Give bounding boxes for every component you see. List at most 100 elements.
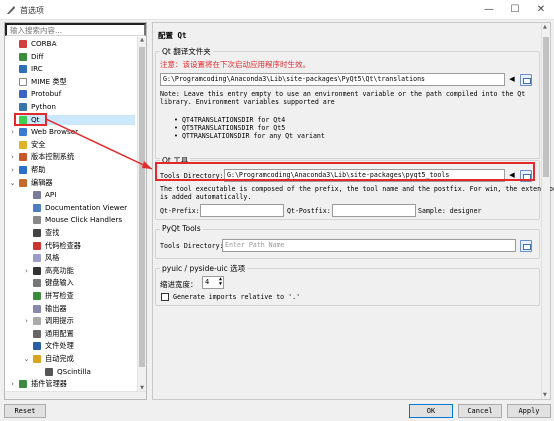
spin-arrows-icon[interactable]: ▲ ▼	[219, 277, 222, 287]
expand-arrow-icon[interactable]: ›	[8, 152, 17, 162]
minimize-button[interactable]: —	[478, 3, 500, 17]
tree-item-label: 通用配置	[45, 328, 74, 338]
tree-item[interactable]: 文件处理	[33, 341, 135, 351]
tree-item[interactable]: Diff	[19, 52, 135, 62]
qt-tools-desc-line1: The tool executable is composed of the p…	[160, 185, 554, 193]
qt-tools-group: Qt 工具 Tools Directory: G:\Programcoding\…	[155, 155, 554, 220]
tree-item[interactable]: IRC	[19, 64, 135, 74]
relative-imports-label: Generate imports relative to '.'	[173, 293, 301, 301]
qt-tools-directory-input[interactable]: G:\Programcoding\Anaconda3\Lib\site-pack…	[224, 169, 505, 182]
sample-label: Sample: designer	[418, 207, 482, 215]
tree-item[interactable]: API	[33, 190, 135, 200]
translations-browse-button[interactable]	[520, 74, 532, 86]
title-bar: 首选项 — ☐ ✕	[0, 0, 554, 20]
help-icon	[19, 166, 27, 174]
scroll-down-icon[interactable]: ▼	[543, 392, 547, 398]
tree-item[interactable]: 键盘输入	[33, 278, 135, 288]
search-input[interactable]	[5, 23, 146, 36]
qt-tools-browse-button[interactable]	[520, 170, 532, 182]
pyqt-tools-group-title: PyQt Tools	[160, 224, 203, 233]
tree-item[interactable]: 风格	[33, 253, 135, 263]
tree-item-label: 插件管理器	[31, 379, 67, 389]
qt-tools-group-title: Qt 工具	[160, 155, 191, 166]
collapse-arrow-icon[interactable]: ⌄	[22, 354, 31, 364]
indent-width-spinbox[interactable]: 4 ▲ ▼	[202, 276, 224, 289]
tree-item-label: Protobuf	[31, 89, 62, 99]
window-title: 首选项	[20, 6, 44, 15]
tree-item[interactable]: 代码检查器	[33, 241, 135, 251]
translations-note-line1: Note: Leave this entry empty to use an e…	[160, 90, 526, 98]
pyqt-tools-group: PyQt Tools Tools Directory: Enter Path N…	[155, 224, 540, 259]
tree-item[interactable]: 通用配置	[33, 329, 135, 339]
expand-arrow-icon[interactable]: ›	[8, 379, 17, 389]
tree-item[interactable]: 查找	[33, 228, 135, 238]
translations-path-input[interactable]: G:\Programcoding\Anaconda3\Lib\site-pack…	[160, 73, 505, 86]
tree-item[interactable]: CORBA	[19, 39, 135, 49]
ok-button[interactable]: OK	[409, 404, 453, 418]
tree-item-label: API	[45, 190, 57, 200]
pyqt-tools-browse-button[interactable]	[520, 240, 532, 252]
qscintilla-icon	[45, 367, 53, 376]
scroll-thumb[interactable]	[543, 37, 549, 177]
tree-item[interactable]: 输出器	[33, 304, 135, 314]
tree-item[interactable]: Documentation Viewer	[33, 203, 135, 213]
tree-item-label: 查找	[45, 228, 60, 237]
bullet-item: • QTTRANSLATIONSDIR for any Qt variant	[174, 132, 325, 140]
general-config-icon	[33, 329, 41, 338]
relative-imports-checkbox[interactable]	[161, 293, 169, 301]
expand-arrow-icon[interactable]: ›	[8, 165, 17, 175]
expand-arrow-icon[interactable]: ›	[22, 266, 31, 276]
code-checker-icon	[33, 241, 41, 250]
scroll-thumb[interactable]	[139, 47, 145, 367]
cancel-button[interactable]: Cancel	[458, 404, 502, 418]
tree-item[interactable]: › 调用提示	[25, 316, 135, 326]
tree-item[interactable]: QScintilla	[45, 367, 135, 377]
expand-arrow-icon[interactable]: ›	[22, 316, 31, 326]
tree-vertical-scrollbar[interactable]: ▲ ▼	[137, 37, 146, 393]
tree-item-label: QScintilla	[57, 366, 91, 376]
clear-icon[interactable]: ◀︎	[508, 75, 516, 83]
qt-prefix-input[interactable]	[200, 204, 284, 217]
keyboard-icon	[33, 279, 41, 288]
indent-width-label: 缩进宽度：	[160, 280, 198, 289]
tree-item[interactable]: Protobuf	[19, 89, 135, 99]
tree-item-label: CORBA	[31, 39, 57, 48]
collapse-arrow-icon[interactable]: ⌄	[8, 178, 17, 188]
maximize-button[interactable]: ☐	[504, 3, 526, 17]
preferences-tree: CORBA Diff IRC MIME 类型 Protobuf Python Qt › Web …	[5, 37, 137, 393]
expand-arrow-icon[interactable]: ›	[8, 127, 17, 137]
tree-horizontal-scrollbar[interactable]	[5, 391, 146, 399]
qt-postfix-input[interactable]	[332, 204, 416, 217]
clear-icon[interactable]: ◀︎	[508, 171, 516, 179]
close-button[interactable]: ✕	[530, 3, 552, 17]
tree-item-label: 输出器	[45, 303, 67, 313]
spellcheck-icon	[33, 292, 41, 300]
tree-item[interactable]: Mouse Click Handlers	[33, 215, 135, 225]
pyuic-options-group: pyuic / pyside-uic 选项 缩进宽度： 4 ▲ ▼ Generat…	[155, 263, 540, 306]
mouse-icon	[33, 216, 41, 225]
translations-group-title: Qt 翻译文件夹	[160, 46, 213, 57]
settings-vertical-scrollbar[interactable]: ▲ ▼	[541, 23, 550, 399]
tree-item[interactable]: Python	[19, 102, 135, 112]
vcs-icon	[19, 153, 27, 162]
protobuf-icon	[19, 90, 27, 99]
reset-button[interactable]: Reset	[4, 404, 46, 418]
tree-item[interactable]: 拼写检查	[33, 291, 135, 301]
scroll-up-icon[interactable]: ▲	[543, 24, 547, 30]
notice-label: 注意：	[160, 60, 183, 69]
tree-item[interactable]: ⌄ 自动完成	[24, 354, 135, 364]
pyuic-group-title: pyuic / pyside-uic 选项	[160, 263, 248, 274]
editor-icon	[19, 178, 27, 187]
scroll-up-icon[interactable]: ▲	[138, 37, 146, 45]
tree-item[interactable]: › 高亮功能	[25, 266, 135, 276]
pyqt-tools-directory-input[interactable]: Enter Path Name	[222, 239, 516, 252]
apply-button[interactable]: Apply	[507, 404, 551, 418]
web-browser-icon	[19, 128, 27, 137]
tree-item[interactable]: MIME 类型	[19, 77, 135, 87]
tree-item[interactable]: › 插件管理器	[11, 379, 135, 389]
corba-icon	[19, 40, 27, 48]
tree-item-label: MIME 类型	[31, 76, 67, 86]
autocomplete-icon	[33, 355, 41, 363]
doc-viewer-icon	[33, 203, 41, 212]
tools-directory-label: Tools Directory:	[160, 172, 224, 180]
